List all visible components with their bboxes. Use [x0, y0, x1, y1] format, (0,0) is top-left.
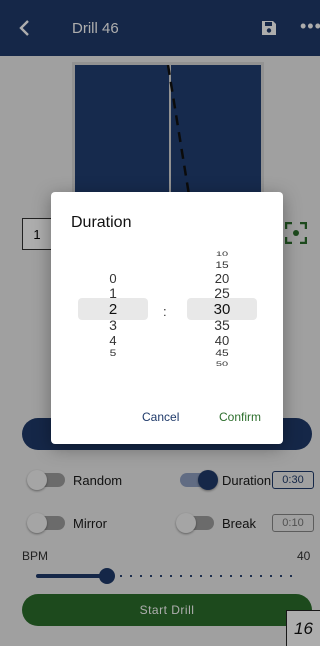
confirm-button[interactable]: Confirm	[219, 410, 261, 424]
picker-value[interactable]: 15	[187, 260, 257, 269]
time-separator: :	[163, 304, 167, 319]
picker-value[interactable]: 30	[187, 302, 257, 317]
picker-value[interactable]: 0	[78, 272, 148, 285]
picker-value[interactable]: 35	[187, 318, 257, 332]
picker-value[interactable]: 20	[187, 272, 257, 285]
minutes-picker[interactable]: 01 23 45	[78, 248, 148, 368]
cancel-button[interactable]: Cancel	[142, 410, 179, 424]
picker-value[interactable]: 25	[187, 286, 257, 300]
picker-value[interactable]: 4	[78, 334, 148, 347]
drill-screen: Drill 46 ••• 1 Random Duration 0:30 Mirr…	[0, 0, 320, 646]
dialog-title: Duration	[71, 214, 132, 231]
picker-value[interactable]: 50	[187, 361, 257, 367]
picker-value[interactable]: 45	[187, 348, 257, 357]
seconds-picker[interactable]: 10 15 20 25 30 35 40 45 50	[187, 248, 257, 368]
duration-dialog: Duration 012345 : 10 15 20 25 30 35 40 45 50 Can…	[51, 192, 283, 444]
picker-value[interactable]: 2	[78, 302, 148, 317]
picker-value[interactable]: 1	[78, 286, 148, 300]
picker-value[interactable]: 3	[78, 318, 148, 332]
picker-value[interactable]: 5	[78, 348, 148, 357]
picker-value[interactable]: 40	[187, 334, 257, 347]
picker-value[interactable]: 10	[187, 251, 257, 257]
